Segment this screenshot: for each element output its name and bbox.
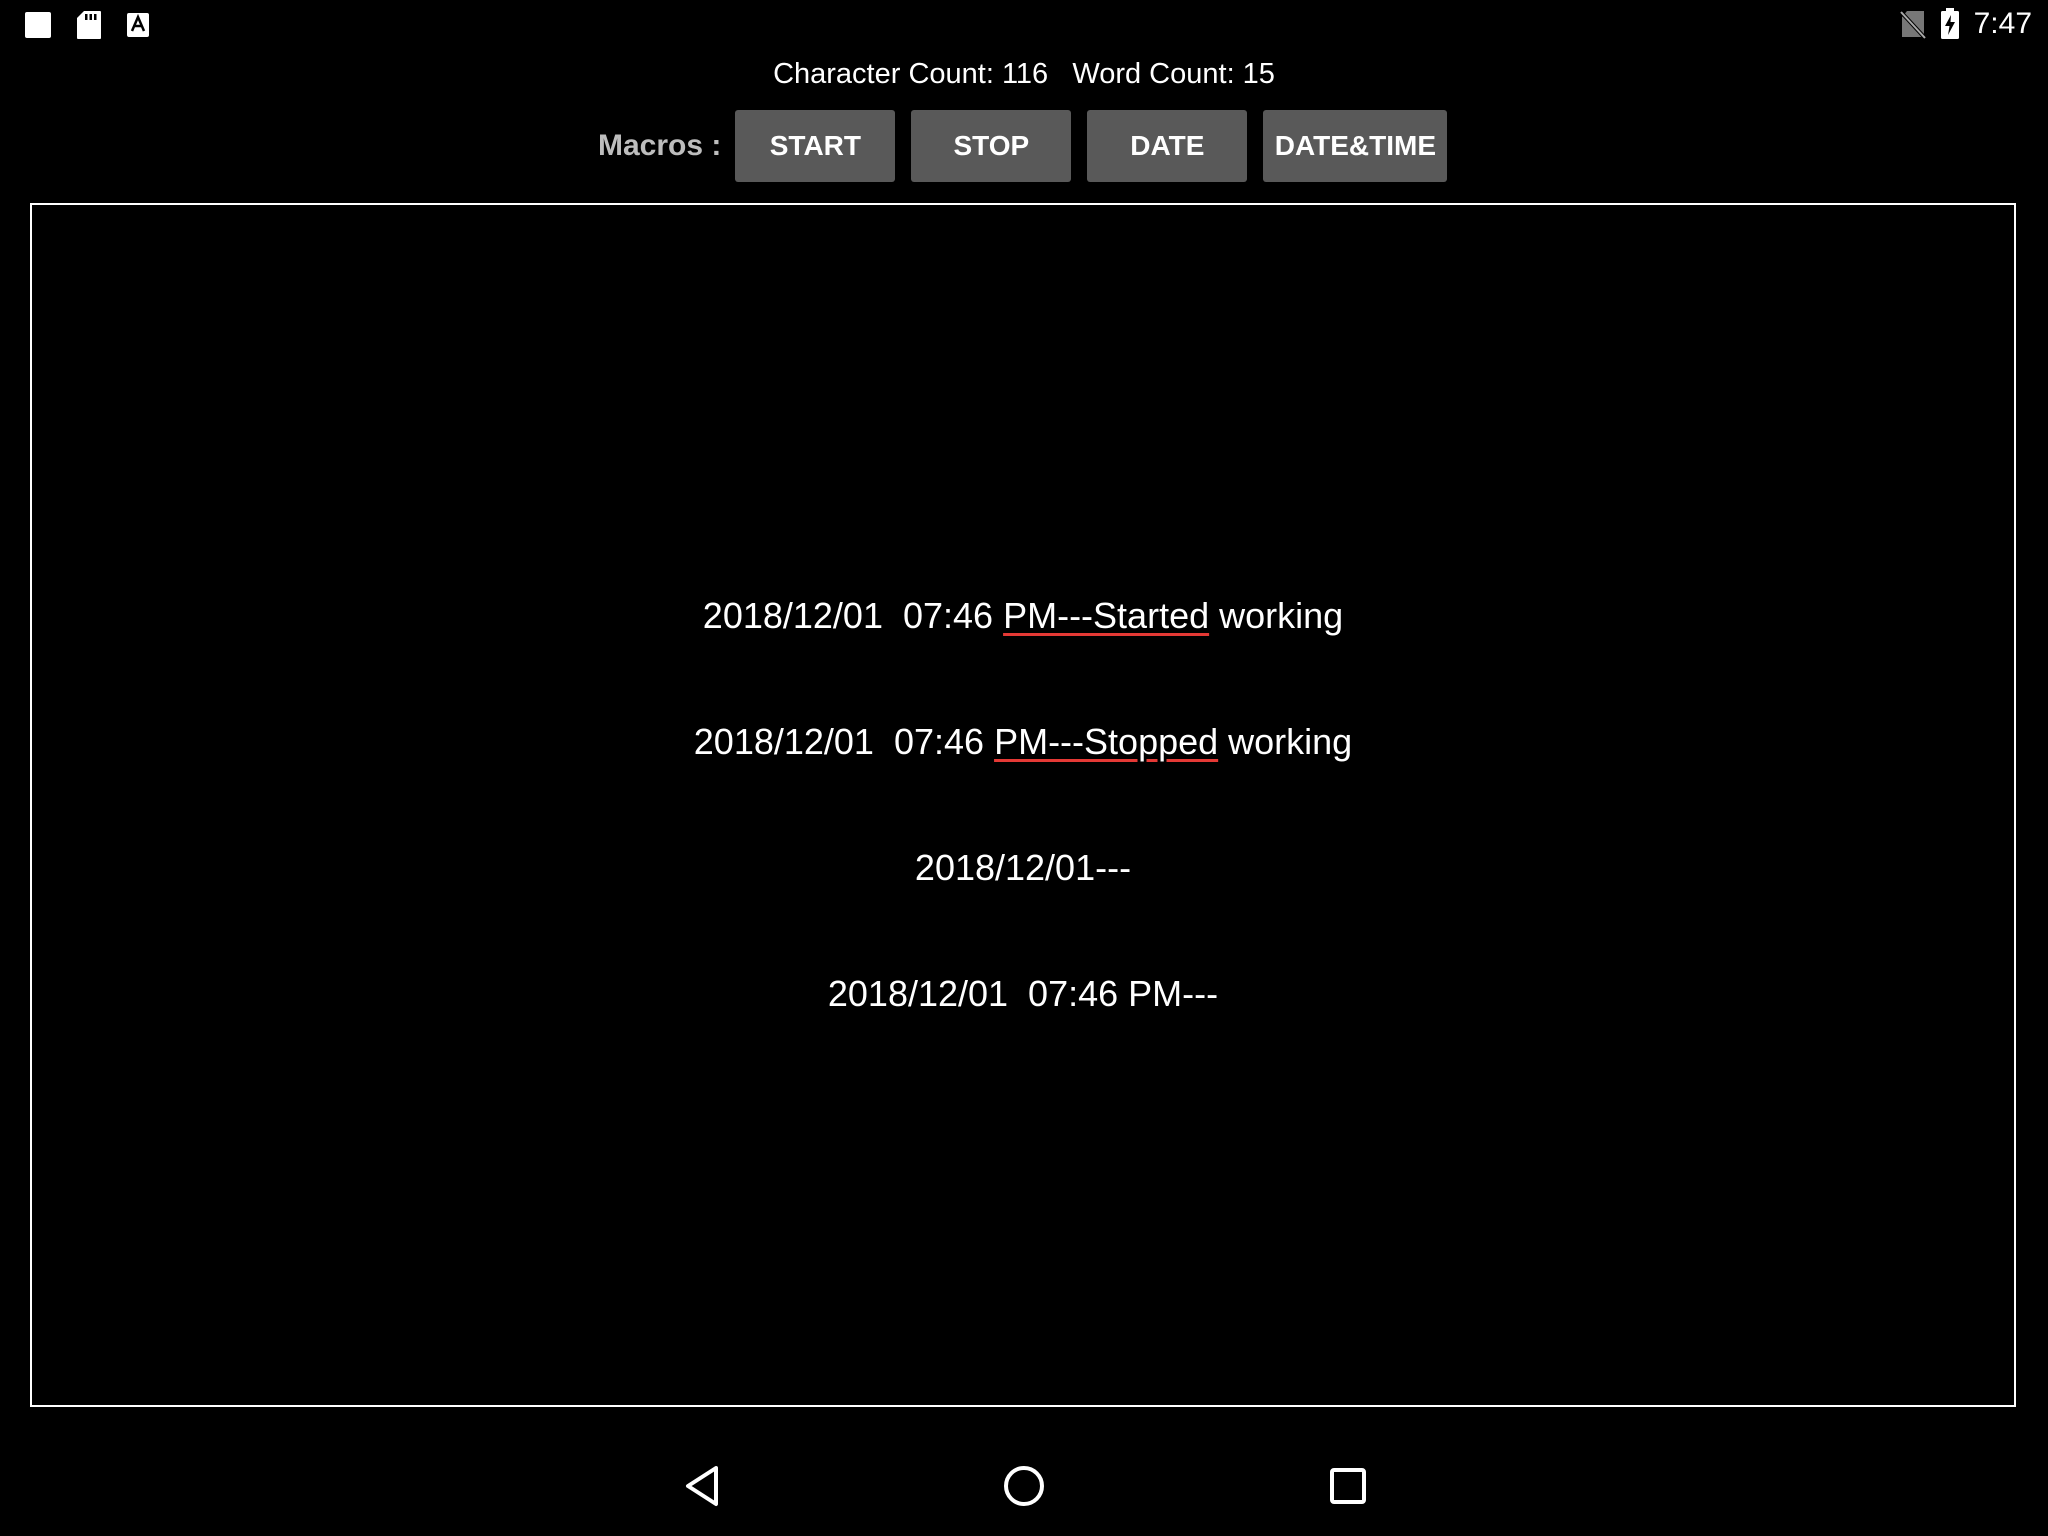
image-icon — [25, 12, 51, 38]
home-button[interactable] — [994, 1456, 1054, 1516]
date-button[interactable]: DATE — [1087, 110, 1248, 182]
back-icon — [686, 1466, 718, 1506]
sd-card-icon — [77, 11, 101, 39]
editor-line: 2018/12/01 07:46 PM--- — [827, 973, 1219, 1014]
character-count: Character Count: 116 — [773, 58, 1049, 90]
text-editor[interactable]: 2018/12/01 07:46 PM---Started working 20… — [30, 203, 2016, 1407]
stop-button[interactable]: STOP — [911, 110, 1072, 182]
back-button[interactable] — [672, 1456, 732, 1516]
recents-icon — [1330, 1468, 1366, 1504]
navigation-bar — [0, 1436, 2048, 1536]
recents-button[interactable] — [1318, 1456, 1378, 1516]
battery-charging-icon — [1940, 8, 1959, 39]
no-sim-icon — [1899, 10, 1926, 39]
home-icon — [1004, 1466, 1044, 1506]
status-left-icons — [24, 10, 150, 40]
status-bar: 7:47 — [0, 0, 2048, 48]
start-button[interactable]: START — [735, 110, 896, 182]
status-time: 7:47 — [1973, 7, 2032, 40]
macros-toolbar: Macros : START STOP DATE DATE&TIME — [598, 110, 1463, 182]
editor-line: 2018/12/01 07:46 PM---Stopped working — [693, 721, 1353, 762]
keyboard-a-icon — [127, 13, 149, 37]
misspelled-word: PM---Stopped — [994, 721, 1219, 762]
misspelled-word: PM---Started — [1003, 595, 1210, 636]
status-right: 7:47 — [1899, 6, 2032, 42]
editor-content: 2018/12/01 07:46 PM---Started working 20… — [694, 511, 1352, 1099]
date-time-button[interactable]: DATE&TIME — [1263, 110, 1448, 182]
counts-line: Character Count: 116 Word Count: 15 — [0, 54, 2048, 94]
macros-label: Macros : — [598, 129, 722, 162]
editor-line: 2018/12/01 07:46 PM---Started working — [702, 595, 1344, 636]
editor-line: 2018/12/01--- — [914, 847, 1132, 888]
word-count: Word Count: 15 — [1072, 58, 1275, 90]
